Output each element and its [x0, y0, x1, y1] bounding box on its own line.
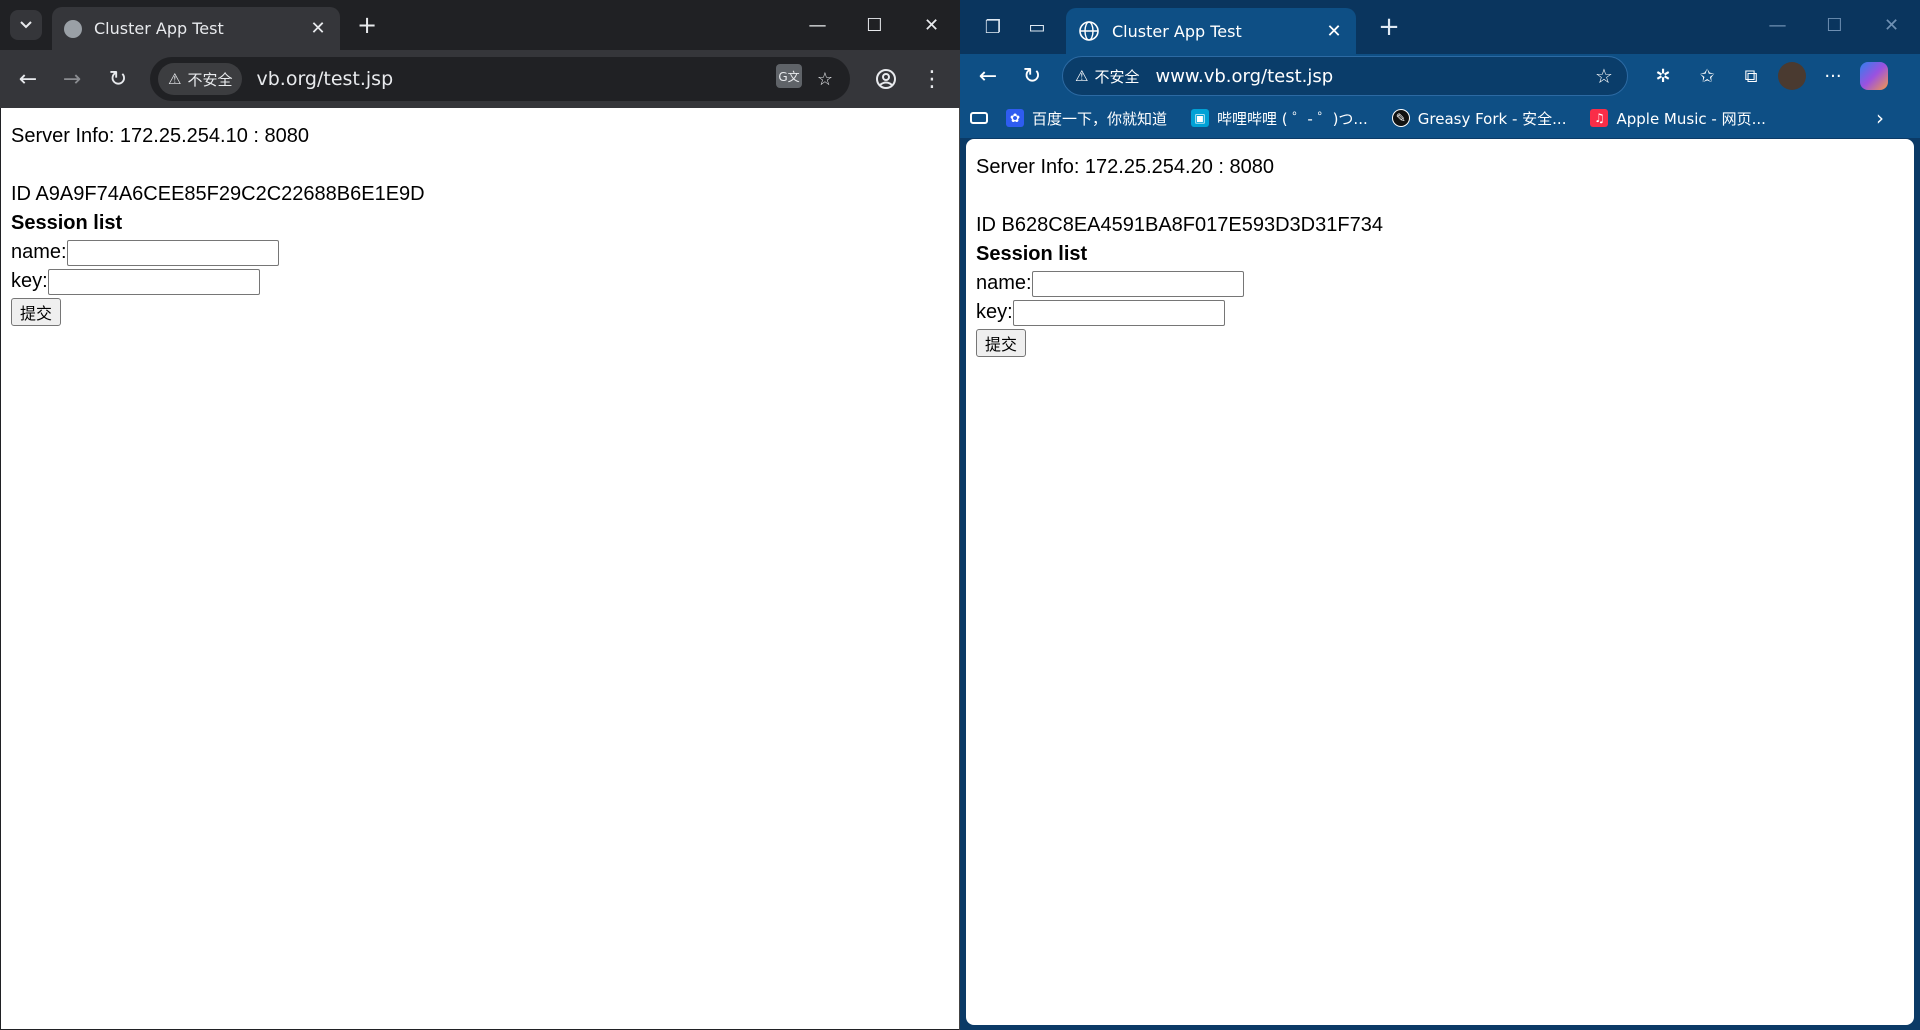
session-list-heading: Session list	[11, 212, 123, 234]
more-ellipsis-icon[interactable]: ···	[1816, 60, 1850, 92]
favorite-label: Greasy Fork - 安全...	[1417, 109, 1567, 128]
new-tab-plus-icon[interactable]: +	[1374, 12, 1404, 42]
globe-icon	[64, 19, 82, 38]
collections-icon[interactable]: ⧉	[1734, 60, 1768, 92]
tab-search-chevron-down-icon[interactable]	[10, 10, 42, 40]
minimize-icon[interactable]: —	[789, 0, 846, 50]
favorite-item-bilibili[interactable]: ▣ 哔哩哔哩 ( ゜- ゜)つ...	[1191, 108, 1368, 129]
forward-arrow-icon[interactable]: →	[56, 63, 88, 95]
chrome-toolbar: ← → ↻ ⚠ 不安全 vb.org/test.jsp G文 ☆ ⋮	[0, 50, 960, 108]
favorite-item-greasyfork[interactable]: ✎ Greasy Fork - 安全...	[1391, 108, 1567, 129]
edge-tab-cluster-app[interactable]: Cluster App Test ✕	[1066, 8, 1356, 54]
profile-icon[interactable]	[870, 63, 902, 95]
chrome-tab-cluster-app[interactable]: Cluster App Test ✕	[52, 7, 340, 50]
omnibox-actions: G文 ☆	[776, 64, 840, 94]
url-text[interactable]: www.vb.org/test.jsp	[1155, 66, 1589, 87]
reading-list-icon[interactable]	[970, 112, 988, 124]
edge-window: ❐ ▭ Cluster App Test ✕ + — ☐ ✕ ← ↻ ⚠ 不安全	[960, 0, 1920, 1030]
security-label: 不安全	[187, 70, 233, 89]
chrome-window: Cluster App Test ✕ + — ☐ ✕ ← → ↻ ⚠ 不安全 v…	[0, 0, 960, 1030]
back-arrow-icon[interactable]: ←	[12, 63, 44, 95]
baidu-icon: ✿	[1006, 109, 1024, 127]
window-controls: — ☐ ✕	[1749, 0, 1920, 50]
reload-icon[interactable]: ↻	[102, 63, 134, 95]
security-indicator[interactable]: ⚠ 不安全	[1075, 66, 1139, 87]
bilibili-icon: ▣	[1191, 109, 1210, 127]
new-tab-plus-icon[interactable]: +	[352, 10, 382, 40]
chevron-right-icon[interactable]: ›	[1876, 106, 1884, 130]
maximize-icon[interactable]: ☐	[1806, 0, 1863, 50]
favorite-label: 哔哩哔哩 ( ゜- ゜)つ...	[1217, 109, 1368, 128]
workspaces-icon[interactable]: ❐	[978, 12, 1008, 42]
favorites-icon[interactable]: ✩	[1690, 60, 1724, 92]
name-label: name:	[976, 272, 1032, 294]
key-label: key:	[11, 270, 48, 292]
page-body: Server Info: 172.25.254.20 : 8080 ID B62…	[966, 139, 1914, 373]
chrome-page-content: Server Info: 172.25.254.10 : 8080 ID A9A…	[1, 108, 959, 1029]
favorite-star-icon[interactable]: ☆	[1589, 64, 1619, 88]
security-chip[interactable]: ⚠ 不安全	[158, 63, 243, 95]
edge-page-content: Server Info: 172.25.254.20 : 8080 ID B62…	[966, 139, 1914, 1025]
apple-music-icon: ♫	[1590, 109, 1609, 127]
minimize-icon[interactable]: —	[1749, 0, 1806, 50]
tab-title: Cluster App Test	[94, 19, 224, 38]
globe-icon	[1079, 21, 1099, 41]
name-input[interactable]	[66, 239, 279, 266]
warning-triangle-icon: ⚠	[168, 70, 182, 88]
window-controls: — ☐ ✕	[789, 0, 960, 50]
close-window-icon[interactable]: ✕	[903, 0, 960, 50]
name-row: name:	[11, 238, 949, 267]
extensions-puzzle-icon[interactable]: ✲	[1646, 60, 1680, 92]
key-row: key:	[11, 267, 949, 296]
name-row: name:	[976, 269, 1904, 298]
submit-button[interactable]: 提交	[976, 329, 1027, 357]
page-body: Server Info: 172.25.254.10 : 8080 ID A9A…	[1, 108, 959, 342]
avatar[interactable]	[1778, 62, 1806, 90]
copilot-icon[interactable]	[1860, 62, 1888, 90]
edge-toolbar: ← ↻ ⚠ 不安全 www.vb.org/test.jsp ☆ ✲ ✩ ⧉ ··…	[960, 54, 1920, 98]
toolbar-actions: ✲ ✩ ⧉ ···	[1646, 60, 1888, 92]
desktop: Cluster App Test ✕ + — ☐ ✕ ← → ↻ ⚠ 不安全 v…	[0, 0, 1920, 1030]
favorite-item-baidu[interactable]: ✿ 百度一下，你就知道	[1006, 108, 1167, 129]
address-bar[interactable]: ⚠ 不安全 vb.org/test.jsp G文 ☆	[150, 57, 850, 101]
reload-icon[interactable]: ↻	[1016, 60, 1048, 92]
security-label: 不安全	[1094, 67, 1140, 86]
key-row: key:	[976, 298, 1904, 327]
key-input[interactable]	[47, 268, 260, 295]
key-label: key:	[976, 301, 1013, 323]
translate-icon[interactable]: G文	[776, 64, 802, 88]
url-text[interactable]: vb.org/test.jsp	[256, 68, 776, 90]
menu-kebab-icon[interactable]: ⋮	[916, 63, 948, 95]
back-arrow-icon[interactable]: ←	[972, 60, 1004, 92]
server-info: Server Info: 172.25.254.20 : 8080	[976, 156, 1274, 178]
favorite-item-apple-music[interactable]: ♫ Apple Music - 网页...	[1590, 108, 1766, 129]
maximize-icon[interactable]: ☐	[846, 0, 903, 50]
chrome-tabstrip: Cluster App Test ✕ + — ☐ ✕	[0, 0, 960, 50]
tab-close-icon[interactable]: ✕	[308, 18, 328, 39]
name-label: name:	[11, 241, 67, 263]
session-id: ID B628C8EA4591BA8F017E593D3D31F734	[976, 214, 1383, 236]
tab-close-icon[interactable]: ✕	[1324, 21, 1344, 42]
bookmark-star-icon[interactable]: ☆	[810, 64, 840, 94]
key-input[interactable]	[1012, 299, 1225, 326]
session-list-heading: Session list	[976, 243, 1088, 265]
name-input[interactable]	[1031, 270, 1244, 297]
server-info: Server Info: 172.25.254.10 : 8080	[11, 125, 309, 147]
favorite-label: 百度一下，你就知道	[1032, 109, 1168, 128]
favorites-bar: ✿ 百度一下，你就知道 ▣ 哔哩哔哩 ( ゜- ゜)つ... ✎ Greasy …	[960, 98, 1920, 138]
tab-title: Cluster App Test	[1112, 21, 1242, 41]
address-bar[interactable]: ⚠ 不安全 www.vb.org/test.jsp ☆	[1062, 56, 1628, 96]
close-window-icon[interactable]: ✕	[1863, 0, 1920, 50]
session-id: ID A9A9F74A6CEE85F29C2C22688B6E1E9D	[11, 183, 425, 205]
greasyfork-icon: ✎	[1391, 109, 1410, 127]
tab-actions-icon[interactable]: ▭	[1022, 12, 1052, 42]
warning-triangle-icon: ⚠	[1075, 67, 1089, 85]
favorite-label: Apple Music - 网页...	[1616, 109, 1766, 128]
submit-button[interactable]: 提交	[11, 298, 62, 326]
edge-tabstrip: ❐ ▭ Cluster App Test ✕ + — ☐ ✕	[960, 0, 1920, 54]
